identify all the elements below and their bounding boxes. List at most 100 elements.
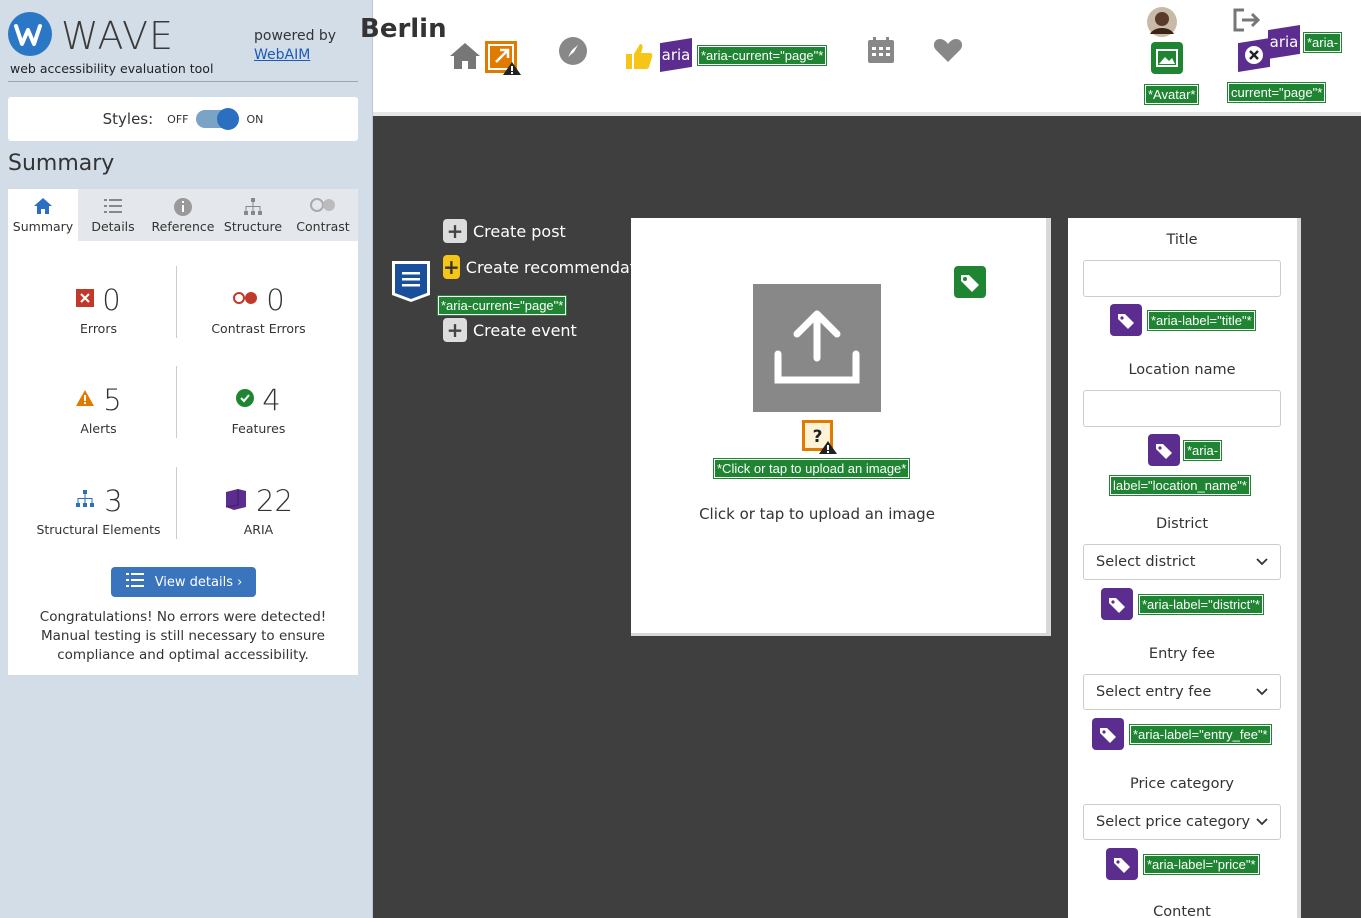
content-label: Content (1153, 904, 1211, 918)
aria-current-label-part2: current="page"* (1226, 82, 1327, 103)
tab-label: Summary (12, 219, 74, 234)
feature-check-icon (236, 388, 255, 412)
error-icon (76, 288, 95, 312)
aria-label-tag-icon (1101, 588, 1133, 620)
logout-icon[interactable] (1232, 8, 1262, 37)
stat-features: 4 Features (176, 383, 341, 436)
create-recommendation-link[interactable]: + Create recommendati (443, 255, 631, 279)
avatar[interactable] (1146, 6, 1178, 43)
styles-toggle[interactable] (196, 108, 240, 130)
info-icon (148, 197, 218, 219)
compass-icon[interactable] (558, 36, 588, 71)
list-icon (125, 572, 145, 592)
home-icon[interactable] (449, 42, 481, 75)
view-details-button[interactable]: View details › (111, 567, 256, 597)
location-name-input[interactable] (1083, 390, 1281, 427)
contrast-label: Contrast Errors (211, 321, 306, 336)
price-category-label: Price category (1129, 776, 1235, 792)
aria-label-title: *aria-label="title"* (1147, 310, 1256, 331)
toggle-on-label: ON (246, 112, 264, 126)
view-details-label: View details › (154, 574, 243, 590)
entry-fee-select[interactable]: Select entry fee (1083, 674, 1281, 710)
tab-label: Details (91, 219, 135, 234)
district-label: District (1155, 516, 1209, 532)
aria-current-label-part1: *aria- (1302, 32, 1343, 53)
powered-by-text: powered by (254, 28, 337, 44)
congrats-message: Congratulations! No errors were detected… (39, 609, 327, 663)
wave-logo-subtitle: web accessibility evaluation tool (10, 61, 214, 76)
alert-icon (75, 389, 95, 412)
aria-close-icon (1238, 38, 1270, 72)
location-label: Location name (1128, 362, 1236, 378)
create-recommendation-label: Create recommendati (465, 257, 631, 277)
district-select-value: Select district (1096, 554, 1196, 570)
upload-image-button[interactable] (753, 284, 881, 412)
entry-fee-select-value: Select entry fee (1096, 684, 1212, 700)
structural-label: Structural Elements (36, 522, 161, 537)
wave-header: WAVE web accessibility evaluation tool p… (8, 12, 358, 82)
stat-contrast-errors: 0 Contrast Errors (176, 283, 341, 336)
tab-contrast[interactable]: Contrast (288, 189, 358, 241)
aria-label-tag-icon (1106, 848, 1138, 880)
calendar-icon[interactable] (867, 36, 895, 69)
aria-label-location-part2: label="location_name"* (1109, 475, 1251, 496)
webaim-link[interactable]: WebAIM (254, 46, 336, 65)
list-icon (78, 197, 148, 219)
svg-text:?: ? (813, 427, 823, 447)
aria-label-tag-icon (1092, 718, 1124, 750)
tab-label: Reference (151, 219, 215, 234)
title-input[interactable] (1083, 260, 1281, 297)
district-select[interactable]: Select district (1083, 544, 1281, 580)
structure-icon (74, 489, 96, 514)
tab-label: Structure (223, 219, 283, 234)
tab-reference[interactable]: Reference (148, 189, 218, 241)
aria-label: ARIA (243, 522, 274, 537)
powered-by: powered by WebAIM (254, 27, 336, 65)
aria-current-label: *aria-current="page"* (436, 295, 568, 316)
home-icon (8, 197, 78, 219)
create-event-link[interactable]: + Create event (443, 318, 577, 342)
hierarchy-icon (218, 197, 288, 219)
errors-count: 0 (102, 283, 121, 317)
title-label: Title (1166, 232, 1198, 248)
aria-label-tag-icon (1148, 434, 1180, 466)
tab-summary[interactable]: Summary (8, 189, 78, 241)
price-category-select-value: Select price category (1096, 814, 1251, 830)
thumbs-up-icon[interactable] (624, 42, 654, 75)
alerts-count: 5 (103, 383, 122, 417)
new-window-alert-icon (484, 40, 522, 81)
chevron-down-icon (1256, 554, 1268, 570)
summary-panel: 0 Errors 0 Contrast Errors 5 Alerts 4 Fe… (8, 241, 358, 675)
contrast-count: 0 (266, 283, 285, 317)
alerts-label: Alerts (80, 421, 117, 436)
heart-icon[interactable] (933, 37, 963, 68)
tab-details[interactable]: Details (78, 189, 148, 241)
price-category-select[interactable]: Select price category (1083, 804, 1281, 840)
avatar-alt-label: *Avatar* (1143, 84, 1200, 105)
tab-structure[interactable]: Structure (218, 189, 288, 241)
plus-icon: + (443, 219, 467, 243)
features-label: Features (231, 421, 286, 436)
aria-current-label: *aria-current="page"* (696, 45, 828, 66)
aria-count: 22 (256, 484, 293, 518)
create-post-link[interactable]: + Create post (443, 219, 566, 243)
styles-toggle-box: Styles: OFF ON (8, 97, 358, 141)
stat-aria: 22 ARIA (176, 484, 341, 537)
wave-sidebar: WAVE web accessibility evaluation tool p… (0, 0, 373, 918)
toggle-off-label: OFF (167, 112, 189, 126)
errors-label: Errors (80, 321, 117, 336)
plus-icon: + (443, 255, 460, 279)
wave-logo-text: WAVE (61, 14, 175, 58)
stat-errors: 0 Errors (16, 283, 181, 336)
toggle-knob[interactable] (217, 108, 240, 130)
label-feature-icon (954, 266, 986, 303)
tab-label: Contrast (296, 219, 350, 234)
upload-card: ? *Click or tap to upload an image* Clic… (631, 218, 1051, 636)
site-brand[interactable]: Berlin (360, 14, 447, 44)
upload-text[interactable]: Click or tap to upload an image (631, 505, 1003, 523)
wave-tabs: Summary Details Reference Structure Cont… (8, 189, 358, 241)
create-post-label: Create post (473, 221, 566, 241)
upload-alt-label: *Click or tap to upload an image* (712, 458, 911, 479)
plus-icon: + (443, 318, 467, 342)
image-alt-feature-icon (1151, 42, 1183, 79)
